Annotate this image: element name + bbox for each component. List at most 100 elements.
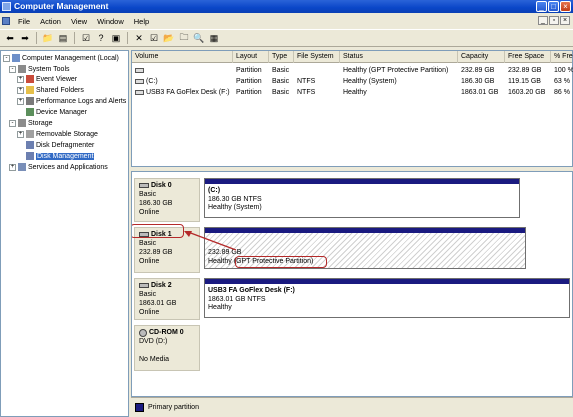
partition-c[interactable]: (C:) 186.30 GB NTFS Healthy (System) (204, 178, 520, 218)
tree-item-device-manager[interactable]: Device Manager (26, 107, 87, 117)
show-tree-icon[interactable]: ▤ (57, 32, 69, 44)
volume-file-system (294, 65, 340, 76)
expand-icon[interactable]: + (17, 130, 24, 138)
collapse-icon[interactable]: - (9, 65, 16, 73)
column-volume[interactable]: Volume (132, 51, 233, 63)
tree-item-disk-management[interactable]: Disk Management (26, 151, 95, 161)
find-icon[interactable]: 🔍 (193, 32, 205, 44)
toolbar-separator (74, 32, 75, 44)
collapse-icon[interactable]: - (9, 119, 16, 127)
forward-icon[interactable]: ➡ (19, 32, 31, 44)
child-close-button[interactable]: × (560, 16, 570, 25)
open-folder-icon[interactable]: 📂 (163, 32, 175, 44)
volume-percent-free: 86 % (554, 89, 570, 96)
volume-icon (135, 89, 144, 95)
volume-type: Basic (272, 67, 290, 74)
tree-item-services-applications[interactable]: + Services and Applications (9, 162, 108, 172)
delete-icon[interactable]: ✕ (133, 32, 145, 44)
column-type[interactable]: Type (269, 51, 294, 63)
collapse-icon[interactable]: - (3, 54, 10, 62)
volume-name: USB3 FA GoFlex Desk (F:) (146, 89, 230, 96)
explore-icon[interactable]: 🗀 (178, 32, 190, 44)
toolbar-separator (127, 32, 128, 44)
tree-item-storage[interactable]: - Storage (9, 118, 53, 128)
tree-item-computer-management[interactable]: - Computer Management (Local) (3, 53, 119, 63)
expand-icon[interactable]: + (17, 86, 24, 94)
back-icon[interactable]: ⬅ (4, 32, 16, 44)
volume-percent-free: 100 % (554, 67, 573, 74)
console-tree: - Computer Management (Local) - System T… (0, 50, 129, 417)
menu-action[interactable]: Action (35, 17, 66, 26)
tree-item-removable-storage[interactable]: + Removable Storage (17, 129, 98, 139)
column-capacity[interactable]: Capacity (458, 51, 505, 63)
title-bar: Computer Management _ □ × (0, 0, 573, 13)
annotation-arrow (184, 231, 237, 251)
column-file-system[interactable]: File System (294, 51, 340, 63)
column-layout[interactable]: Layout (233, 51, 269, 63)
expand-icon[interactable]: + (17, 75, 24, 83)
column-status[interactable]: Status (340, 51, 458, 63)
volume-capacity: 186.30 GB (461, 78, 495, 85)
removable-storage-icon (26, 130, 34, 138)
properties-icon[interactable]: ☑ (80, 32, 92, 44)
drive-properties-icon[interactable]: ▦ (208, 32, 220, 44)
tree-item-label: Removable Storage (36, 130, 98, 138)
volume-free-space: 1603.20 GB (508, 89, 546, 96)
expand-icon[interactable]: + (17, 97, 24, 105)
partition-status: Healthy (System) (208, 204, 262, 211)
minimize-button[interactable]: _ (536, 1, 547, 12)
close-button[interactable]: × (560, 1, 571, 12)
tree-item-label: Services and Applications (28, 163, 108, 171)
cdrom-icon (139, 328, 147, 337)
cdrom-label[interactable]: CD-ROM 0 DVD (D:) No Media (134, 325, 200, 371)
tree-item-performance-logs[interactable]: + Performance Logs and Alerts (17, 96, 126, 106)
check-disk-icon[interactable]: ☑ (148, 32, 160, 44)
disk-row: Disk 0 Basic 186.30 GB Online (C:) 186.3… (134, 178, 572, 222)
gpt-partition-highlight (235, 256, 327, 268)
volume-type: Basic (272, 78, 290, 85)
tree-item-shared-folders[interactable]: + Shared Folders (17, 85, 84, 95)
performance-icon (26, 97, 34, 105)
disk-label[interactable]: Disk 0 Basic 186.30 GB Online (134, 178, 200, 222)
partition-title: USB3 FA GoFlex Desk (F:) (208, 287, 295, 294)
child-minimize-button[interactable]: _ (538, 16, 548, 25)
partition-title: (C:) (208, 187, 221, 194)
partition-status: Healthy (208, 304, 232, 311)
disk-label[interactable]: Disk 2 Basic 1863.01 GB Online (134, 278, 200, 320)
storage-icon (18, 119, 26, 127)
device-manager-icon (26, 108, 34, 116)
menu-window[interactable]: Window (92, 17, 129, 26)
tree-item-system-tools[interactable]: - System Tools (9, 64, 70, 74)
volume-icon (135, 78, 144, 84)
tree-item-event-viewer[interactable]: + Event Viewer (17, 74, 77, 84)
menu-view[interactable]: View (66, 17, 92, 26)
disk-name: Disk 2 (151, 282, 172, 289)
cdrom-name: CD-ROM 0 (149, 329, 184, 336)
up-folder-icon[interactable]: 📁 (42, 32, 54, 44)
child-restore-button[interactable]: ▫ (549, 16, 559, 25)
tools-icon (18, 65, 26, 73)
column-percent-free[interactable]: % Fre (551, 51, 573, 63)
help-icon[interactable]: ? (95, 32, 107, 44)
console-icon[interactable]: ▣ (110, 32, 122, 44)
column-free-space[interactable]: Free Space (505, 51, 551, 63)
menu-file[interactable]: File (13, 17, 35, 26)
disk-type: Basic (139, 291, 157, 298)
partition-f[interactable]: USB3 FA GoFlex Desk (F:) 1863.01 GB NTFS… (204, 278, 570, 318)
volume-status: Healthy (System) (343, 78, 397, 85)
services-icon (18, 163, 26, 171)
volume-file-system: NTFS (297, 78, 316, 85)
mmc-icon[interactable] (2, 17, 10, 25)
tree-item-label: Performance Logs and Alerts (36, 97, 127, 105)
volume-row[interactable]: (C:) Partition Basic NTFS Healthy (Syste… (132, 76, 572, 87)
partition-status-prefix: Healthy (208, 257, 232, 265)
tree-item-disk-defragmenter[interactable]: Disk Defragmenter (26, 140, 94, 150)
tree-item-label: System Tools (28, 65, 70, 73)
disk-icon (139, 183, 149, 188)
maximize-button[interactable]: □ (548, 1, 559, 12)
volume-row[interactable]: Partition Basic Healthy (GPT Protective … (132, 65, 573, 76)
disk-name: Disk 0 (151, 182, 172, 189)
expand-icon[interactable]: + (9, 163, 16, 171)
volume-row[interactable]: USB3 FA GoFlex Desk (F:) Partition Basic… (132, 87, 572, 98)
menu-help[interactable]: Help (129, 17, 154, 26)
